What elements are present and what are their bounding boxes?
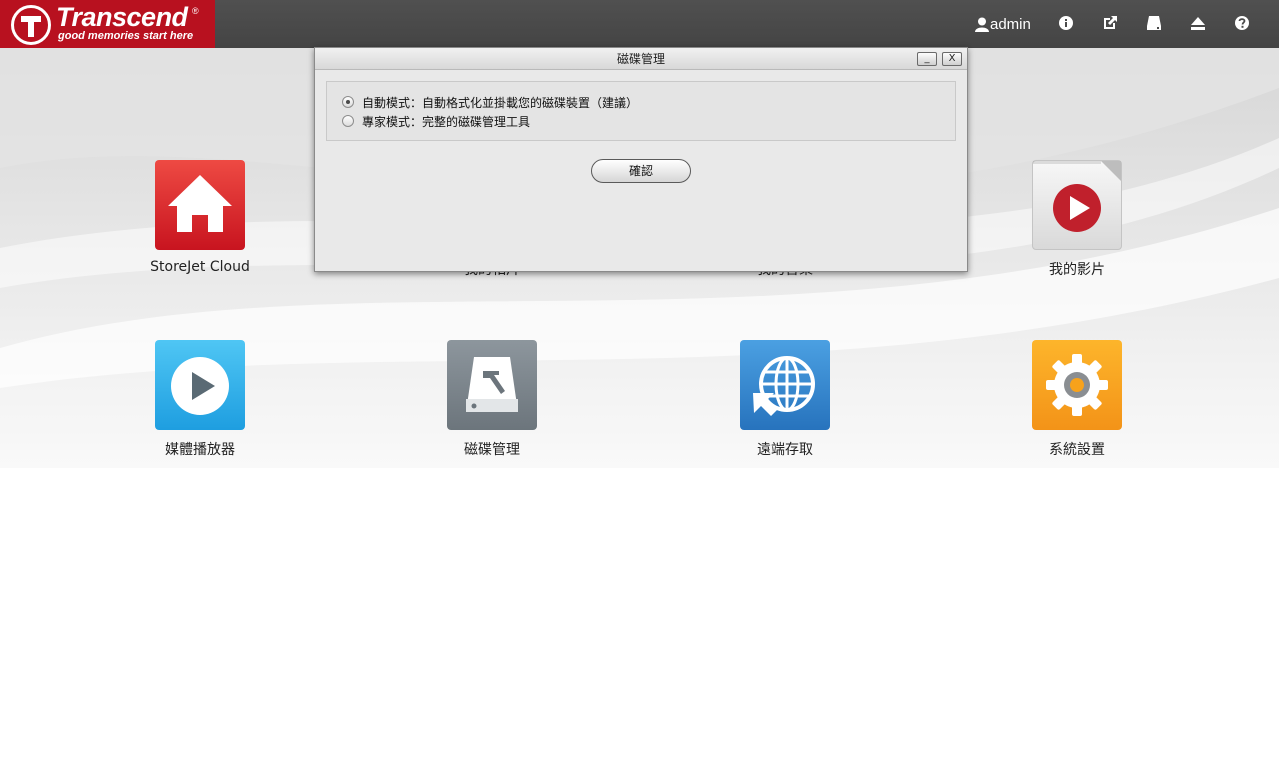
username: admin — [990, 15, 1031, 33]
app-media-player[interactable]: 媒體播放器 — [110, 340, 290, 470]
app-my-videos[interactable]: 我的影片 — [987, 160, 1167, 290]
external-link-icon[interactable] — [1101, 14, 1119, 32]
user-menu[interactable]: admin — [975, 14, 1031, 34]
auto-mode-option[interactable]: 自動模式：自動格式化並掛載您的磁碟裝置（建議） — [342, 94, 638, 110]
expert-mode-label: 專家模式：完整的磁碟管理工具 — [362, 114, 531, 129]
mode-options-group: 自動模式：自動格式化並掛載您的磁碟裝置（建議） 專家模式：完整的磁碟管理工具 — [326, 81, 956, 141]
user-icon — [975, 17, 989, 32]
home-icon[interactable] — [155, 160, 245, 250]
media-player-icon[interactable] — [155, 340, 245, 430]
brand-logo: Transcend ® good memories start here — [0, 0, 215, 48]
close-button[interactable]: X — [942, 52, 962, 66]
app-label: 我的影片 — [1049, 262, 1105, 278]
video-play-icon[interactable] — [1032, 160, 1122, 250]
app-label: StoreJet Cloud — [150, 259, 250, 275]
info-icon[interactable] — [1057, 14, 1075, 32]
logo-registered-mark: ® — [192, 6, 199, 16]
app-label: 磁碟管理 — [464, 442, 520, 458]
transcend-logo-icon — [11, 5, 51, 45]
top-bar: Transcend ® good memories start here adm… — [0, 0, 1279, 48]
app-storejet-cloud[interactable]: StoreJet Cloud — [110, 160, 290, 290]
app-system-settings[interactable]: 系統設置 — [987, 340, 1167, 470]
disk-management-dialog: 磁碟管理 _ X 自動模式：自動格式化並掛載您的磁碟裝置（建議） 專家模式：完整… — [314, 47, 968, 272]
dialog-title: 磁碟管理 — [315, 48, 967, 70]
help-icon[interactable] — [1233, 14, 1251, 32]
drive-icon[interactable] — [1145, 14, 1163, 32]
auto-mode-radio[interactable] — [342, 96, 354, 108]
logo-tagline: good memories start here — [58, 30, 194, 42]
app-label: 遠端存取 — [757, 442, 813, 458]
minimize-button[interactable]: _ — [917, 52, 937, 66]
gear-icon[interactable] — [1032, 340, 1122, 430]
app-label: 系統設置 — [1049, 442, 1105, 458]
logo-name: Transcend — [56, 2, 188, 32]
expert-mode-option[interactable]: 專家模式：完整的磁碟管理工具 — [342, 113, 530, 129]
disk-management-icon[interactable] — [447, 340, 537, 430]
eject-icon[interactable] — [1189, 14, 1207, 32]
app-label: 媒體播放器 — [165, 442, 235, 458]
app-remote-access[interactable]: 遠端存取 — [695, 340, 875, 470]
expert-mode-radio[interactable] — [342, 115, 354, 127]
app-disk-management[interactable]: 磁碟管理 — [402, 340, 582, 470]
confirm-button[interactable]: 確認 — [591, 159, 691, 183]
globe-icon[interactable] — [740, 340, 830, 430]
auto-mode-label: 自動模式：自動格式化並掛載您的磁碟裝置（建議） — [362, 95, 639, 110]
